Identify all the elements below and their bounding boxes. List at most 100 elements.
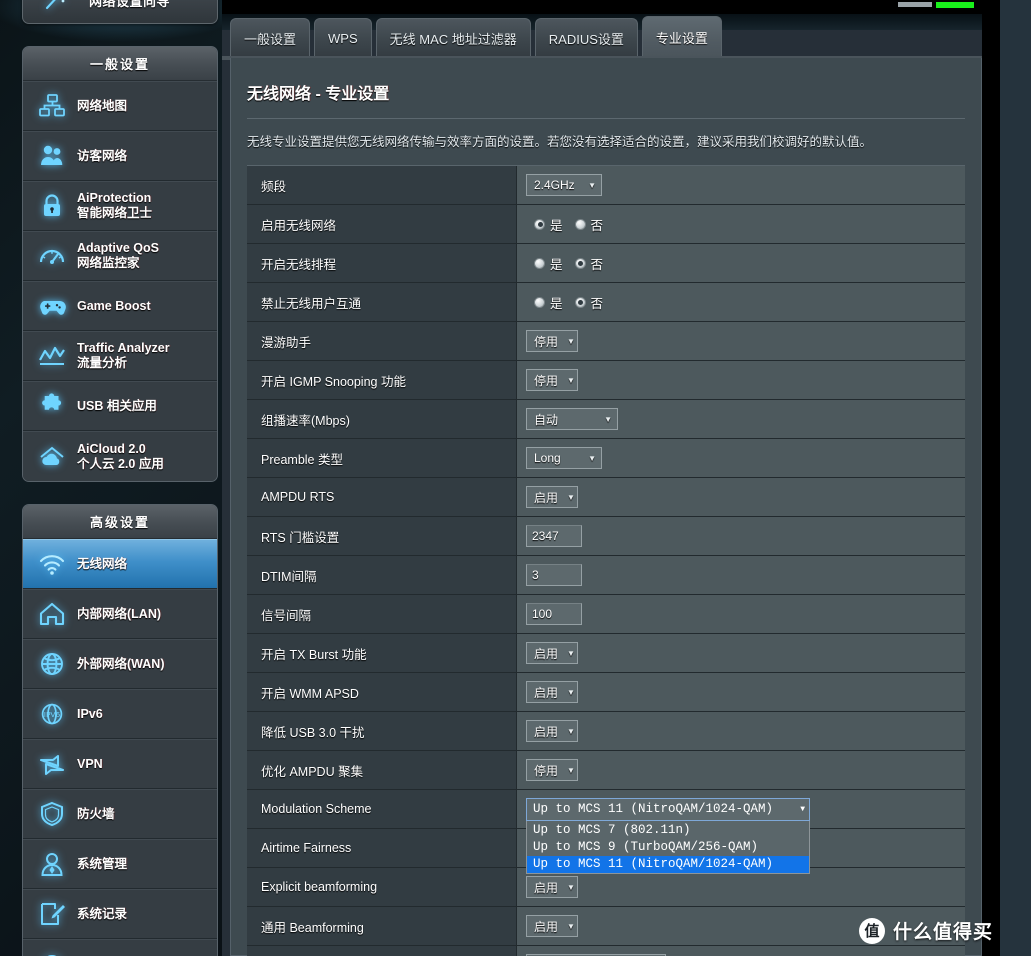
- settings-table: 频段 2.4GHz ▼ 启用无线网络 是 否 开启无线排程 是 否 禁止无线用户…: [247, 165, 965, 956]
- sidebar-item-label: 无线网络: [77, 556, 128, 571]
- setting-row-ap-isolation: 禁止无线用户互通 是 否: [247, 283, 965, 322]
- radio-yes[interactable]: 是: [534, 293, 563, 312]
- watermark: 值 什么值得买: [858, 917, 993, 944]
- sidebar-group-title: 高级设置: [23, 505, 217, 539]
- band-select[interactable]: 2.4GHz ▼: [526, 174, 602, 196]
- setting-label: AMPDU RTS: [247, 478, 517, 516]
- setting-label: 禁止无线用户互通: [247, 283, 517, 321]
- sidebar-item-title: AiProtection: [77, 191, 152, 205]
- sidebar-item-aicloud[interactable]: AiCloud 2.0 个人云 2.0 应用: [23, 431, 217, 481]
- sidebar-item-network-wizard[interactable]: 网络设置向导: [22, 0, 218, 24]
- setting-row-preamble-type: Preamble 类型 Long ▼: [247, 439, 965, 478]
- universal-beamforming-select[interactable]: 启用 ▼: [526, 915, 578, 937]
- select-value: Long: [534, 451, 561, 465]
- sidebar-item-label: Traffic Analyzer 流量分析: [77, 341, 170, 371]
- radio-no[interactable]: 否: [574, 254, 603, 273]
- rts-threshold-input[interactable]: 2347: [526, 525, 582, 547]
- setting-value: 2.4GHz ▼: [517, 166, 965, 204]
- sidebar-item-label: 内部网络(LAN): [77, 606, 162, 621]
- sidebar-item-administration[interactable]: 系统管理: [23, 839, 217, 889]
- radio-no[interactable]: 否: [574, 215, 603, 234]
- select-value: 停用: [534, 334, 559, 349]
- sidebar-item-lan[interactable]: 内部网络(LAN): [23, 589, 217, 639]
- optimize-ampdu-select[interactable]: 停用 ▼: [526, 759, 578, 781]
- radio-no[interactable]: 否: [574, 293, 603, 312]
- roaming-assistant-select[interactable]: 停用 ▼: [526, 330, 578, 352]
- sidebar-item-label: 网络地图: [77, 98, 128, 113]
- chart-icon: [35, 339, 69, 373]
- radio-yes[interactable]: 是: [534, 254, 563, 273]
- sidebar-item-label: 系统管理: [77, 856, 128, 871]
- setting-row-rts-threshold: RTS 门槛设置 2347: [247, 517, 965, 556]
- modulation-scheme-select[interactable]: Up to MCS 11 (NitroQAM/1024-QAM) ▼: [526, 797, 810, 821]
- sidebar-item-traffic-analyzer[interactable]: Traffic Analyzer 流量分析: [23, 331, 217, 381]
- tab-mac-filter[interactable]: 无线 MAC 地址过滤器: [375, 18, 531, 58]
- wmm-apsd-select[interactable]: 启用 ▼: [526, 681, 578, 703]
- setting-row-beacon-interval: 信号间隔 100: [247, 595, 965, 634]
- sidebar-item-wan[interactable]: 外部网络(WAN): [23, 639, 217, 689]
- setting-row-universal-beamforming: 通用 Beamforming 启用 ▼: [247, 907, 965, 946]
- preamble-type-select[interactable]: Long ▼: [526, 447, 602, 469]
- dtim-interval-input[interactable]: 3: [526, 564, 582, 586]
- sidebar-item-system-log[interactable]: 系统记录: [23, 889, 217, 939]
- setting-row-wireless-schedule: 开启无线排程 是 否: [247, 244, 965, 283]
- sidebar-item-network-map[interactable]: 网络地图: [23, 81, 217, 131]
- sidebar-item-game-boost[interactable]: Game Boost: [23, 281, 217, 331]
- setting-row-optimize-ampdu: 优化 AMPDU 聚集 停用 ▼: [247, 751, 965, 790]
- setting-label: 组播速率(Mbps): [247, 400, 517, 438]
- magic-wand-icon: [37, 0, 71, 17]
- sidebar-item-vpn[interactable]: VPN: [23, 739, 217, 789]
- radio-yes[interactable]: 是: [534, 215, 563, 234]
- setting-row-tx-burst: 开启 TX Burst 功能 启用 ▼: [247, 634, 965, 673]
- select-value: 启用: [534, 685, 559, 700]
- igmp-snooping-select[interactable]: 停用 ▼: [526, 369, 578, 391]
- sidebar-item-label: 访客网络: [77, 148, 128, 163]
- chevron-down-icon: ▼: [567, 726, 575, 736]
- setting-label: 启用无线网络: [247, 205, 517, 243]
- modulation-option-mcs11[interactable]: Up to MCS 11 (NitroQAM/1024-QAM): [527, 855, 809, 873]
- explicit-beamforming-select[interactable]: 启用 ▼: [526, 876, 578, 898]
- modulation-option-mcs9[interactable]: Up to MCS 9 (TurboQAM/256-QAM): [527, 839, 809, 856]
- setting-label: 信号间隔: [247, 595, 517, 633]
- modulation-option-mcs7[interactable]: Up to MCS 7 (802.11n): [527, 822, 809, 839]
- radio-label: 是: [550, 218, 563, 233]
- sidebar-item-subtitle: 网络监控家: [77, 256, 140, 270]
- chevron-down-icon: ▼: [567, 336, 575, 346]
- page-description: 无线专业设置提供您无线网络传输与效率方面的设置。若您没有选择适合的设置，建议采用…: [247, 135, 873, 149]
- sidebar-item-wireless[interactable]: 无线网络: [23, 539, 217, 589]
- tab-professional[interactable]: 专业设置: [641, 16, 722, 58]
- sidebar-item-guest-network[interactable]: 访客网络: [23, 131, 217, 181]
- setting-row-roaming-assistant: 漫游助手 停用 ▼: [247, 322, 965, 361]
- tab-general[interactable]: 一般设置: [230, 18, 311, 58]
- chevron-down-icon: ▼: [604, 414, 612, 424]
- multicast-rate-select[interactable]: 自动 ▼: [526, 408, 618, 430]
- chevron-down-icon: ▼: [567, 648, 575, 658]
- tx-burst-select[interactable]: 启用 ▼: [526, 642, 578, 664]
- sidebar-item-adaptive-qos[interactable]: Adaptive QoS 网络监控家: [23, 231, 217, 281]
- setting-label: DTIM间隔: [247, 556, 517, 594]
- sidebar-item-aiprotection[interactable]: AiProtection 智能网络卫士: [23, 181, 217, 231]
- sidebar-item-label: USB 相关应用: [77, 398, 157, 413]
- sidebar-item-usb-application[interactable]: USB 相关应用: [23, 381, 217, 431]
- input-value: 3: [532, 568, 539, 582]
- setting-value: Up to MCS 11 (NitroQAM/1024-QAM) ▼ Up to…: [517, 790, 965, 874]
- gauge-icon: [35, 239, 69, 273]
- setting-label: Modulation Scheme: [247, 790, 517, 828]
- tab-wps[interactable]: WPS: [314, 18, 372, 58]
- sidebar-item-label: 外部网络(WAN): [77, 656, 165, 671]
- setting-value: 是 否: [517, 244, 965, 282]
- setting-value: 停用 ▼: [517, 361, 965, 399]
- sidebar-item-firewall[interactable]: 防火墙: [23, 789, 217, 839]
- sidebar-item-ipv6[interactable]: IPV6 IPv6: [23, 689, 217, 739]
- setting-row-ampdu-rts: AMPDU RTS 启用 ▼: [247, 478, 965, 517]
- sidebar-item-partial-next[interactable]: [23, 939, 217, 956]
- tab-radius[interactable]: RADIUS设置: [534, 18, 638, 58]
- shield-icon: [35, 797, 69, 831]
- select-value: 停用: [534, 373, 559, 388]
- ampdu-rts-select[interactable]: 启用 ▼: [526, 486, 578, 508]
- usb3-interference-select[interactable]: 启用 ▼: [526, 720, 578, 742]
- beacon-interval-input[interactable]: 100: [526, 603, 582, 625]
- sidebar-item-label: Game Boost: [77, 298, 151, 313]
- sidebar-item-title: Adaptive QoS: [77, 241, 159, 255]
- setting-value: 停用 ▼: [517, 322, 965, 360]
